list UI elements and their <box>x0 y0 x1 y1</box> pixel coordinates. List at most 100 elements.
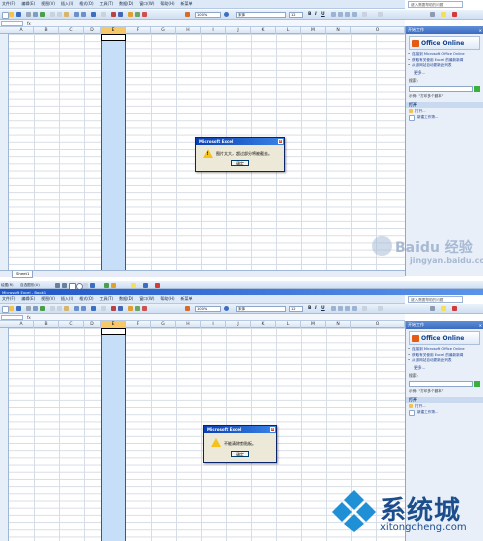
fill-color-icon[interactable] <box>131 282 136 288</box>
open-file-item[interactable]: 打开... <box>409 109 480 114</box>
merge-icon[interactable] <box>352 12 357 17</box>
font-size-select[interactable]: 12 <box>289 305 303 312</box>
borders-icon[interactable] <box>430 306 435 311</box>
column-header[interactable]: K <box>251 27 276 34</box>
sort-asc-icon[interactable] <box>111 12 116 17</box>
drawing-icon[interactable] <box>135 12 140 17</box>
align-right-icon[interactable] <box>345 306 350 311</box>
menu-tools[interactable]: 工具(T) <box>100 1 114 7</box>
column-header[interactable]: A <box>9 27 34 34</box>
column-header[interactable]: D <box>84 321 101 328</box>
align-left-icon[interactable] <box>331 306 336 311</box>
indent-icon[interactable] <box>378 306 383 311</box>
column-header[interactable]: I <box>201 27 226 34</box>
menu-view[interactable]: 视图(V) <box>41 296 55 302</box>
align-right-icon[interactable] <box>345 12 350 17</box>
print-icon[interactable] <box>26 12 31 17</box>
print-icon[interactable] <box>26 306 31 311</box>
image-icon[interactable] <box>142 306 147 311</box>
paste-icon[interactable] <box>64 12 69 17</box>
column-header[interactable]: J <box>226 321 251 328</box>
image-icon[interactable] <box>142 12 147 17</box>
sort-desc-icon[interactable] <box>118 306 123 311</box>
zoom-select[interactable]: 100% <box>195 11 221 18</box>
column-header[interactable]: J <box>226 27 251 34</box>
column-header-selected[interactable]: E <box>101 27 126 34</box>
sort-asc-icon[interactable] <box>111 306 116 311</box>
help-icon[interactable] <box>224 306 229 311</box>
menu-edit[interactable]: 编辑(E) <box>21 1 35 7</box>
draw-menu[interactable]: 绘图(R) <box>1 283 14 288</box>
column-header[interactable]: B <box>34 321 59 328</box>
menu-window[interactable]: 窗口(W) <box>139 1 154 7</box>
arrow-icon[interactable] <box>62 282 67 288</box>
sum-icon[interactable] <box>101 306 106 311</box>
help-search-input[interactable]: 键入需要帮助的问题 <box>408 1 463 8</box>
align-left-icon[interactable] <box>331 12 336 17</box>
column-header[interactable]: I <box>201 321 226 328</box>
column-header[interactable]: K <box>251 321 276 328</box>
active-cell[interactable] <box>101 328 126 335</box>
menu-insert[interactable]: 插入(I) <box>61 296 73 302</box>
camera-icon[interactable] <box>185 306 190 311</box>
font-color-icon[interactable] <box>452 306 457 311</box>
italic-icon[interactable]: I <box>315 306 317 311</box>
ok-button[interactable]: 确定 <box>231 451 249 457</box>
wordart-icon[interactable] <box>90 282 95 288</box>
more-link[interactable]: 更多... <box>414 70 480 76</box>
picture-icon[interactable] <box>111 282 116 288</box>
merge-icon[interactable] <box>352 306 357 311</box>
cut-icon[interactable] <box>50 306 55 311</box>
column-header[interactable]: L <box>276 27 301 34</box>
column-header[interactable]: B <box>34 27 59 34</box>
link-auto-update[interactable]: 从该网站自动更新此列表 <box>408 358 480 363</box>
menu-edit[interactable]: 编辑(E) <box>21 296 35 302</box>
hyperlink-icon[interactable] <box>91 12 96 17</box>
align-center-icon[interactable] <box>338 12 343 17</box>
zoom-select[interactable]: 100% <box>195 305 221 312</box>
undo-icon[interactable] <box>74 12 79 17</box>
menu-view[interactable]: 视图(V) <box>41 1 55 7</box>
fill-color-icon[interactable] <box>441 306 446 311</box>
save-icon[interactable] <box>16 306 21 311</box>
menu-data[interactable]: 数据(D) <box>119 296 133 302</box>
chart-wizard-icon[interactable] <box>128 12 133 17</box>
task-search-input[interactable] <box>409 85 473 92</box>
link-office-online[interactable]: 连接到 Microsoft Office Online <box>408 347 480 352</box>
chart-wizard-icon[interactable] <box>128 306 133 311</box>
new-workbook-item[interactable]: 新建工作簿... <box>409 114 480 121</box>
preview-icon[interactable] <box>33 306 38 311</box>
autoshape-menu[interactable]: 自选图形(U) <box>20 283 40 288</box>
menu-data[interactable]: 数据(D) <box>119 1 133 7</box>
column-header[interactable]: N <box>326 321 351 328</box>
column-header[interactable]: N <box>326 27 351 34</box>
spell-icon[interactable] <box>40 12 45 17</box>
name-box[interactable] <box>1 315 23 320</box>
font-select[interactable]: 宋体 <box>236 305 286 312</box>
ok-button[interactable]: 确定 <box>231 160 249 166</box>
active-cell[interactable] <box>101 34 126 41</box>
copy-icon[interactable] <box>57 306 62 311</box>
column-header[interactable]: H <box>176 27 201 34</box>
search-go-icon[interactable] <box>474 380 480 387</box>
menu-new[interactable]: 新菜单 <box>181 296 193 302</box>
task-pane-close-icon[interactable]: ✕ <box>479 322 482 330</box>
line-icon[interactable] <box>55 282 60 288</box>
font-color-icon[interactable] <box>452 12 457 17</box>
redo-icon[interactable] <box>81 306 86 311</box>
open-icon[interactable] <box>9 306 14 311</box>
help-icon[interactable] <box>224 12 229 17</box>
column-header[interactable]: G <box>151 27 176 34</box>
sum-icon[interactable] <box>101 12 106 17</box>
column-header[interactable]: D <box>84 27 101 34</box>
column-header[interactable]: A <box>9 321 34 328</box>
row-headers[interactable] <box>0 34 9 270</box>
selected-column[interactable] <box>101 328 126 541</box>
column-header[interactable]: O <box>351 321 405 328</box>
row-headers[interactable] <box>0 328 9 541</box>
menu-window[interactable]: 窗口(W) <box>139 296 154 302</box>
menu-help[interactable]: 帮助(H) <box>160 1 174 7</box>
drawing-icon[interactable] <box>135 306 140 311</box>
paste-icon[interactable] <box>64 306 69 311</box>
link-news[interactable]: 获取有关使用 Excel 的最新新闻 <box>408 58 480 63</box>
